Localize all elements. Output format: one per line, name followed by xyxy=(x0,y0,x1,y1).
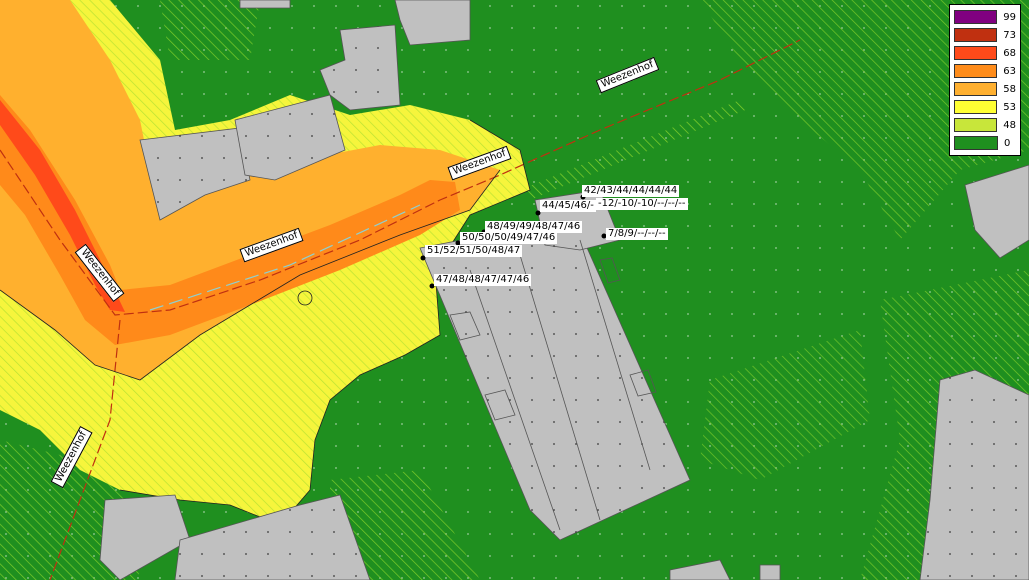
legend-swatch xyxy=(954,46,998,60)
legend-swatch xyxy=(954,136,998,150)
legend-item: 48 xyxy=(954,116,1016,134)
legend-swatch xyxy=(954,28,998,42)
zone-48-topstrip xyxy=(160,0,260,60)
legend-label: 99 xyxy=(1003,11,1016,23)
legend-swatch xyxy=(954,64,998,78)
legend-swatch xyxy=(954,118,998,132)
legend: 99 73 68 63 58 53 48 0 xyxy=(949,4,1021,156)
legend-item: 73 xyxy=(954,26,1016,44)
legend-label: 63 xyxy=(1003,65,1016,77)
legend-item: 58 xyxy=(954,80,1016,98)
legend-item: 0 xyxy=(954,134,1016,152)
legend-item: 99 xyxy=(954,8,1016,26)
legend-swatch xyxy=(954,82,998,96)
receptor-label: 51/52/51/50/48/47 xyxy=(425,245,523,257)
receptor-label: 42/43/44/44/44/44 xyxy=(582,185,680,197)
receptor-label: -12/-10/-10/--/--/-- xyxy=(596,198,688,210)
map-canvas xyxy=(0,0,1029,580)
receptor-label: 50/50/50/49/47/46 xyxy=(460,232,558,244)
receptor-label: 44/45/46/- xyxy=(540,200,596,212)
legend-swatch xyxy=(954,10,998,24)
legend-label: 58 xyxy=(1003,83,1016,95)
legend-label: 48 xyxy=(1003,119,1016,131)
receptor-label: 7/8/9/--/--/-- xyxy=(606,228,668,240)
legend-label: 73 xyxy=(1003,29,1016,41)
legend-label: 68 xyxy=(1003,47,1016,59)
legend-item: 53 xyxy=(954,98,1016,116)
legend-item: 68 xyxy=(954,44,1016,62)
receptor-label: 47/48/48/47/47/46 xyxy=(434,274,532,286)
building xyxy=(239,0,291,9)
building xyxy=(759,564,781,580)
legend-swatch xyxy=(954,100,998,114)
noise-map: Weezenhof Weezenhof Weezenhof Weezenhof … xyxy=(0,0,1029,580)
legend-label: 53 xyxy=(1003,101,1016,113)
legend-label: 0 xyxy=(1004,137,1011,149)
legend-item: 63 xyxy=(954,62,1016,80)
